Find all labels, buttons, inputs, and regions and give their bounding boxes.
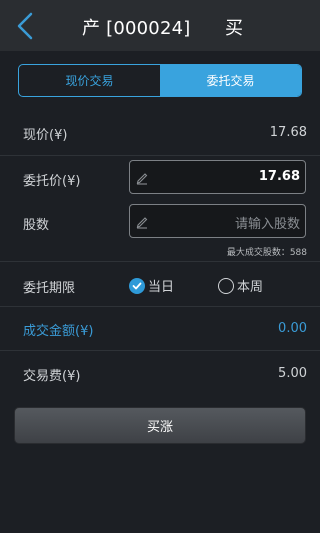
edit-pencil-icon bbox=[135, 170, 149, 185]
app-header: 产 [000024] 买 bbox=[0, 0, 320, 51]
trade-fee-label: 交易费(¥) bbox=[23, 369, 81, 384]
page-title: 产 [000024] bbox=[82, 18, 191, 39]
shares-placeholder: 请输入股数 bbox=[234, 217, 300, 232]
checked-radio-icon bbox=[129, 277, 145, 294]
current-price-label: 现价(¥) bbox=[23, 128, 68, 143]
tab-market-price-trade[interactable]: 现价交易 bbox=[19, 65, 160, 96]
tab-entrusted-trade[interactable]: 委托交易 bbox=[160, 65, 301, 96]
current-price-value: 17.68 bbox=[269, 125, 307, 140]
max-shares-hint: 最大成交股数：588 bbox=[226, 248, 307, 258]
order-price-input[interactable]: 17.68 bbox=[129, 160, 306, 194]
order-price-label: 委托价(¥) bbox=[23, 174, 81, 189]
back-arrow-icon[interactable] bbox=[14, 12, 38, 40]
radio-today[interactable]: 当日 bbox=[129, 276, 174, 295]
deal-amount-label: 成交金额(¥) bbox=[23, 324, 94, 339]
shares-input[interactable]: 请输入股数 bbox=[129, 204, 306, 238]
shares-label: 股数 bbox=[23, 218, 50, 233]
unchecked-radio-icon bbox=[218, 277, 234, 294]
page-title-suffix: 买 bbox=[225, 18, 244, 39]
radio-this-week[interactable]: 本周 bbox=[218, 276, 263, 295]
divider bbox=[0, 261, 320, 262]
order-period-label: 委托期限 bbox=[23, 281, 76, 296]
trade-fee-value: 5.00 bbox=[278, 366, 307, 381]
deal-amount-value: 0.00 bbox=[278, 321, 307, 336]
radio-this-week-label: 本周 bbox=[237, 280, 264, 295]
divider bbox=[0, 350, 320, 351]
edit-pencil-icon bbox=[135, 214, 149, 229]
radio-today-label: 当日 bbox=[148, 280, 175, 295]
divider bbox=[0, 306, 320, 307]
trade-mode-tabs: 现价交易 委托交易 bbox=[18, 64, 302, 97]
buy-rise-button[interactable]: 买涨 bbox=[14, 407, 306, 444]
divider bbox=[0, 155, 320, 156]
order-price-value: 17.68 bbox=[258, 169, 300, 184]
